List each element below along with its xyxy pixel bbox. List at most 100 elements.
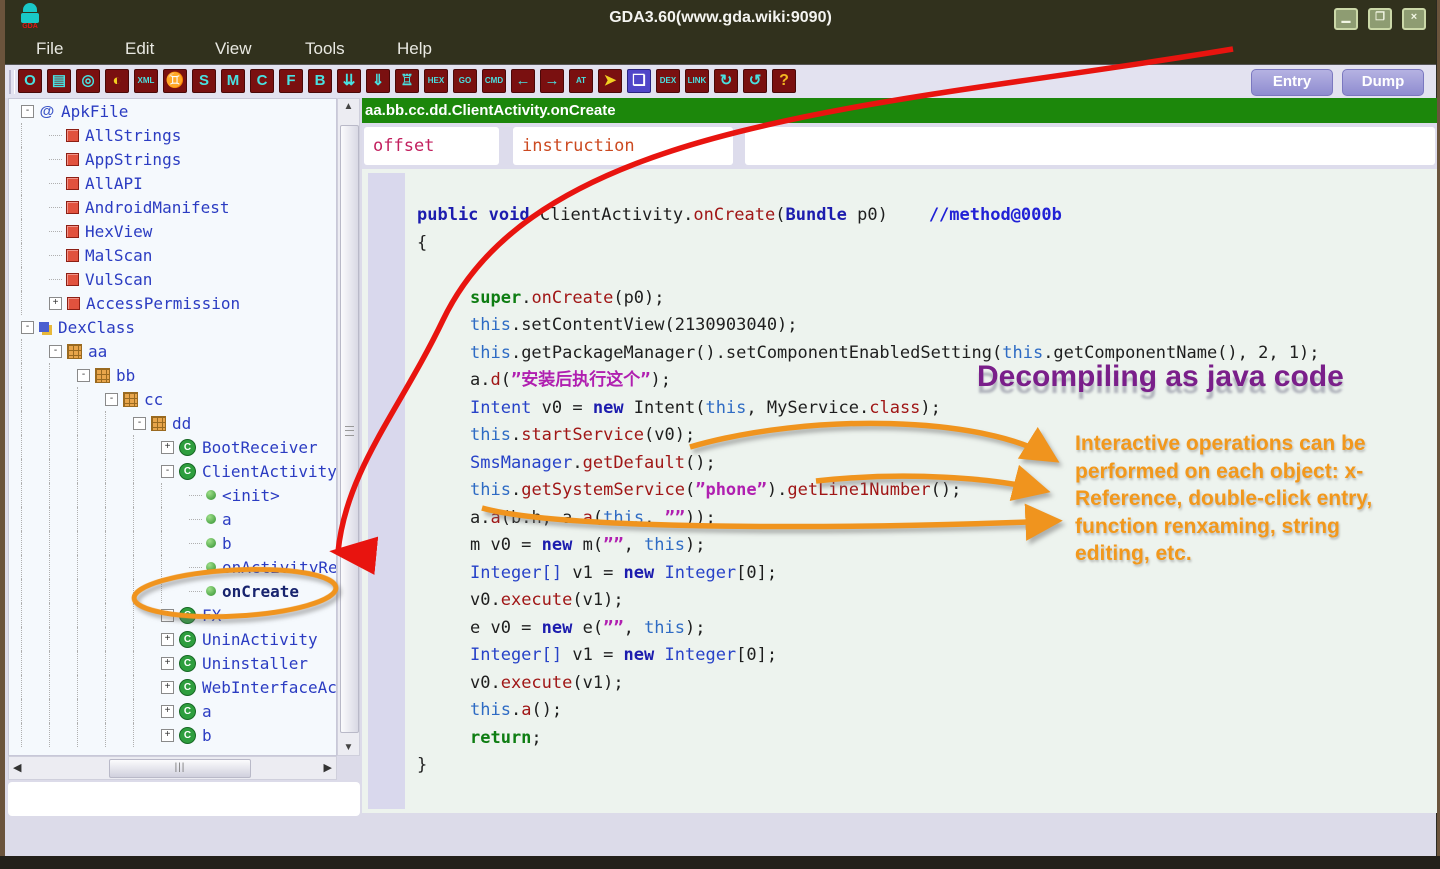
tree-item-label[interactable]: FX (202, 606, 221, 625)
hex-view-button[interactable]: HEX (424, 69, 448, 93)
code-line[interactable]: this.startService(v0); (417, 422, 1429, 450)
code-token[interactable]: (p0); (613, 288, 664, 308)
code-token[interactable]: ); (920, 398, 940, 418)
code-token[interactable]: ”” (603, 618, 623, 638)
tree-item-label[interactable]: ClientActivity (202, 462, 337, 481)
code-line[interactable]: return; (417, 725, 1429, 753)
entry-button[interactable]: Entry (1251, 69, 1333, 96)
code-token[interactable]: (b.h, a. (501, 508, 583, 528)
code-token[interactable]: } (417, 755, 427, 775)
menu-edit[interactable]: Edit (125, 39, 154, 59)
tree-item-label[interactable]: AppStrings (85, 150, 181, 169)
code-token[interactable]: this (1002, 343, 1043, 363)
apk-robot-button[interactable]: ♊ (163, 69, 187, 93)
code-token[interactable]: [0]; (736, 645, 777, 665)
tree-item-dexclass[interactable]: -DexClass (9, 315, 336, 339)
code-line[interactable] (417, 257, 1429, 285)
collapse-icon[interactable]: - (105, 393, 118, 406)
tree-item-androidmanifest[interactable]: AndroidManifest (9, 195, 336, 219)
code-token[interactable]: new (542, 535, 573, 555)
code-token[interactable]: new (624, 645, 655, 665)
tree-item-apkfile[interactable]: -@ApkFile (9, 99, 336, 123)
code-token[interactable]: m( (572, 535, 603, 555)
code-line[interactable]: a.d(”安装后执行这个”); (417, 367, 1429, 395)
code-token[interactable]: new (542, 618, 573, 638)
tree-item-label[interactable]: HexView (85, 222, 152, 241)
tree-vertical-scrollbar[interactable]: ▲ ▼ (337, 98, 360, 756)
code-token[interactable]: e v0 = (470, 618, 542, 638)
tree-item-label[interactable]: DexClass (58, 318, 135, 337)
code-token[interactable]: , MyService. (746, 398, 869, 418)
at-marker-button[interactable]: AT (569, 69, 593, 93)
close-button[interactable]: × (1402, 8, 1426, 30)
vertical-scroll-thumb[interactable] (340, 125, 359, 733)
code-token[interactable]: v1 = (562, 563, 623, 583)
code-token[interactable]: v0 = (531, 398, 592, 418)
open-file-button[interactable]: O (18, 69, 42, 93)
code-token[interactable]: . (511, 425, 521, 445)
instruction-column-header[interactable]: instruction (513, 127, 733, 165)
code-line[interactable]: } (417, 752, 1429, 780)
bytecode-button[interactable]: B (308, 69, 332, 93)
code-token[interactable]: this (603, 508, 644, 528)
code-line[interactable]: public void ClientActivity.onCreate(Bund… (417, 202, 1429, 230)
tree-item-label[interactable]: AccessPermission (86, 294, 240, 313)
menu-file[interactable]: File (36, 39, 63, 59)
tree-item-label[interactable]: AllStrings (85, 126, 181, 145)
pill-toggle-button[interactable]: ◐ (105, 69, 129, 93)
code-token[interactable]: onCreate (531, 288, 613, 308)
code-line[interactable]: v0.execute(v1); (417, 587, 1429, 615)
code-token[interactable]: startService (521, 425, 644, 445)
tree-item-label[interactable]: b (222, 534, 232, 553)
menu-tools[interactable]: Tools (305, 39, 345, 59)
code-token[interactable]: )); (685, 508, 716, 528)
bird-button[interactable]: ➤ (598, 69, 622, 93)
collapse-icon[interactable]: - (133, 417, 146, 430)
code-token[interactable]: return (470, 728, 531, 748)
code-token[interactable]: new (624, 563, 655, 583)
expand-icon[interactable]: + (161, 657, 174, 670)
fields-button[interactable]: F (279, 69, 303, 93)
code-token[interactable]: public void (417, 205, 540, 225)
scroll-left-icon[interactable]: ◀ (13, 761, 21, 774)
tree-item-init[interactable]: <init> (9, 483, 336, 507)
code-token[interactable]: ; (531, 728, 541, 748)
code-token[interactable]: , (624, 535, 644, 555)
code-token[interactable]: .getPackageManager().setComponentEnabled… (511, 343, 1002, 363)
code-token[interactable]: ClientActivity. (540, 205, 694, 225)
tree-item-clientactivity[interactable]: -CClientActivity (9, 459, 336, 483)
tree-item-label[interactable]: AndroidManifest (85, 198, 230, 217)
code-token[interactable]: ( (501, 370, 511, 390)
expand-icon[interactable]: + (161, 609, 174, 622)
bank-up-button[interactable]: ♖ (395, 69, 419, 93)
scroll-down-icon[interactable]: ▼ (338, 742, 359, 753)
code-token[interactable] (654, 563, 664, 583)
code-line[interactable]: a.a(b.h, a.a(this, ””)); (417, 505, 1429, 533)
methods-button[interactable]: M (221, 69, 245, 93)
tree-item-bb[interactable]: -bb (9, 363, 336, 387)
code-token[interactable]: execute (501, 590, 573, 610)
code-token[interactable]: m v0 = (470, 535, 542, 555)
menu-help[interactable]: Help (397, 39, 432, 59)
code-token[interactable]: getDefault (583, 453, 685, 473)
maximize-button[interactable]: ❐ (1368, 8, 1392, 30)
code-token[interactable]: a (490, 508, 500, 528)
code-token[interactable]: a (521, 700, 531, 720)
tree-item-uninactivity[interactable]: +CUninActivity (9, 627, 336, 651)
code-token[interactable]: this (470, 480, 511, 500)
tree-item-onactivityresult[interactable]: onActivityResult (9, 555, 336, 579)
tree-item-oncreate[interactable]: onCreate (9, 579, 336, 603)
code-token[interactable]: (v0); (644, 425, 695, 445)
tree-item-b[interactable]: +Cb (9, 723, 336, 747)
code-line[interactable]: { (417, 230, 1429, 258)
tree-item-label[interactable]: ApkFile (61, 102, 128, 121)
code-line[interactable]: super.onCreate(p0); (417, 285, 1429, 313)
tree-item-dd[interactable]: -dd (9, 411, 336, 435)
code-token[interactable]: Intent (470, 398, 531, 418)
code-token[interactable]: class (869, 398, 920, 418)
code-line[interactable]: Integer[] v1 = new Integer[0]; (417, 642, 1429, 670)
tree-item-a[interactable]: +Ca (9, 699, 336, 723)
tree-item-b[interactable]: b (9, 531, 336, 555)
code-token[interactable]: ( (775, 205, 785, 225)
code-line[interactable]: this.getSystemService(”phone”).getLine1N… (417, 477, 1429, 505)
